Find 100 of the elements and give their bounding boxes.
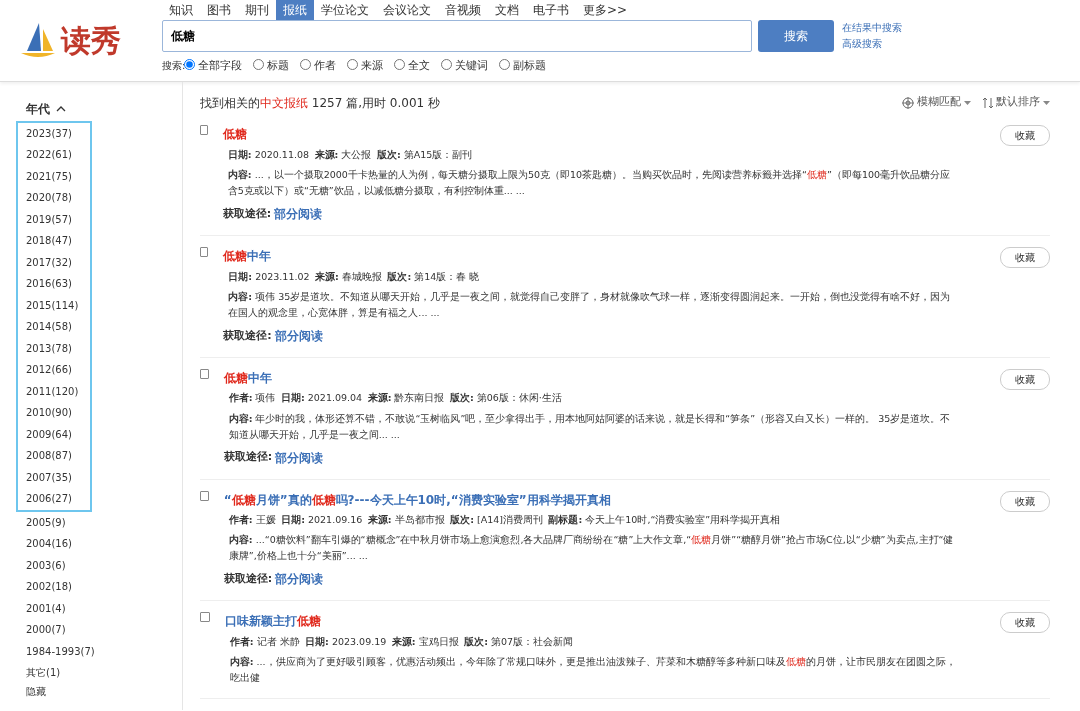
radio-button[interactable] (300, 58, 312, 70)
year-filter-link[interactable]: 2000(7) (26, 619, 182, 641)
meta-field: 作者: 记者 米静 (229, 634, 300, 649)
result-title[interactable]: 低糖中年 (223, 370, 272, 385)
year-filter-link[interactable]: 2007(35) (16, 466, 92, 489)
search-field-option[interactable]: 全文 (394, 57, 431, 74)
meta-field: 日期: 2023.09.19 (305, 634, 387, 649)
year-filter-link[interactable]: 2001(4) (26, 597, 182, 620)
search-field-option[interactable]: 来源 (347, 57, 384, 74)
year-filter-link[interactable]: 2019(57) (16, 208, 92, 231)
search-field-option[interactable]: 副标题 (499, 57, 547, 74)
search-button[interactable]: 搜索 (757, 20, 834, 52)
year-filter-link[interactable]: 2012(66) (16, 359, 92, 381)
collect-button[interactable]: 收藏 (1000, 368, 1050, 390)
year-filter-link[interactable]: 2004(16) (26, 533, 182, 555)
year-filter-link[interactable]: 2013(78) (16, 337, 92, 360)
filter-heading: 年代 (26, 101, 50, 118)
year-filter-link[interactable]: 2006(27) (16, 488, 92, 512)
radio-button[interactable] (347, 58, 359, 70)
radio-button[interactable] (253, 58, 265, 70)
meta-field: 日期: 2020.11.08 (227, 147, 310, 162)
nav-tab[interactable]: 文档 (488, 0, 526, 20)
result-checkbox[interactable] (200, 490, 209, 501)
nav-tab[interactable]: 会议论文 (376, 0, 438, 20)
radio-button[interactable] (499, 58, 511, 70)
meta-field: 版次: 第06版：休闲·生活 (449, 391, 562, 406)
meta-field: 作者: 王媛 (228, 513, 276, 528)
year-filter-link[interactable]: 2017(32) (16, 251, 92, 274)
year-filter-link[interactable]: 2021(75) (16, 165, 92, 188)
result-checkbox[interactable] (200, 368, 209, 379)
result-summary: 找到相关的中文报纸 1257 篇,用时 0.001 秒 (200, 94, 440, 112)
meta-field: 版次: 第A15版：副刊 (376, 147, 473, 162)
year-filter-link[interactable]: 其它(1) (26, 662, 182, 684)
radio-button[interactable] (184, 58, 196, 70)
year-filter-link[interactable]: 2008(87) (16, 445, 92, 467)
meta-field: 来源: 半岛都市报 (367, 513, 445, 528)
search-field-option[interactable]: 标题 (253, 57, 290, 74)
year-filter-link[interactable]: 2010(90) (16, 402, 92, 424)
nav-tab[interactable]: 报纸 (276, 0, 314, 20)
search-field-option[interactable]: 作者 (300, 57, 337, 74)
year-filter-link[interactable]: 2005(9) (26, 511, 182, 534)
hide-link[interactable]: 隐藏 (26, 683, 182, 700)
meta-field: 日期: 2021.09.16 (281, 513, 363, 528)
year-filter-link[interactable]: 2020(78) (16, 187, 92, 209)
logo-text: 读秀 (61, 25, 122, 56)
radio-button[interactable] (394, 58, 406, 70)
nav-tab[interactable]: 音视频 (438, 0, 488, 20)
search-label: 搜索: (162, 59, 186, 74)
year-filter-link[interactable]: 2002(18) (26, 576, 182, 598)
collect-button[interactable]: 收藏 (1000, 490, 1050, 512)
meta-field: 作者: 项伟 (228, 391, 276, 406)
result-title[interactable]: 口味新颖主打低糖 (224, 614, 321, 629)
meta-field: 副标题: 今天上午10时,“消费实验室”用科学揭开真相 (548, 513, 781, 528)
nav-tab[interactable]: 电子书 (526, 0, 576, 20)
meta-field: 日期: 2023.11.02 (228, 269, 310, 284)
partial-read-link[interactable]: 部分阅读 (274, 326, 323, 345)
nav-tab[interactable]: 更多>> (576, 0, 635, 20)
year-filter-link[interactable]: 2022(61) (16, 144, 92, 166)
nav-tab[interactable]: 知识 (162, 0, 200, 20)
search-link[interactable]: 在结果中搜索 (841, 20, 902, 36)
radio-button[interactable] (441, 58, 453, 70)
year-filter-link[interactable]: 2014(58) (16, 316, 92, 338)
search-field-option[interactable]: 全部字段 (184, 57, 243, 74)
year-filter-link[interactable]: 1984-1993(7) (26, 640, 182, 663)
result-title[interactable]: 低糖 (222, 127, 247, 142)
tool-dropdown[interactable]: 模糊匹配 (916, 94, 961, 111)
caret-icon[interactable] (963, 100, 971, 105)
year-filter-link[interactable]: 2018(47) (16, 230, 92, 252)
result-excerpt: 内容: ...，供应商为了更好吸引顾客，优惠活动频出，今年除了常规口味外，更是推出油泼辣子、芹菜和木糖醇等多种新口味及低糖的月饼，让市民朋友在团圆之际，吃出健 (229, 655, 957, 685)
caret-icon[interactable] (1043, 100, 1050, 105)
search-field[interactable]: 低糖 (162, 20, 752, 52)
year-filter-link[interactable]: 2015(114) (16, 294, 92, 317)
year-filter-link[interactable]: 2011(120) (16, 380, 92, 403)
result-checkbox[interactable] (200, 247, 209, 257)
partial-read-link[interactable]: 部分阅读 (274, 205, 322, 223)
access-label: 获取途径: (222, 205, 272, 222)
year-filter-link[interactable]: 2016(63) (16, 273, 92, 295)
meta-field: 日期: 2021.09.04 (280, 391, 363, 406)
chevron-up-icon[interactable] (55, 106, 66, 112)
meta-field: 来源: 大公报 (314, 147, 372, 162)
year-filter-link[interactable]: 2003(6) (26, 554, 182, 577)
search-field-option[interactable]: 关键词 (441, 57, 489, 74)
result-checkbox[interactable] (200, 612, 210, 623)
partial-read-link[interactable]: 部分阅读 (275, 570, 323, 589)
nav-tab[interactable]: 学位论文 (314, 0, 376, 20)
collect-button[interactable]: 收藏 (1000, 247, 1050, 268)
year-filter-link[interactable]: 2023(37) (16, 120, 92, 145)
collect-button[interactable]: 收藏 (1000, 125, 1050, 147)
partial-read-link[interactable]: 部分阅读 (274, 448, 323, 467)
result-title[interactable]: “低糖月饼”真的低糖吗?---今天上午10时,“消费实验室”用科学揭开真相 (223, 492, 611, 507)
year-filter-link[interactable]: 2009(64) (16, 423, 92, 446)
tool-dropdown[interactable]: 默认排序 (996, 94, 1041, 111)
nav-tab[interactable]: 图书 (200, 0, 238, 20)
result-title[interactable]: 低糖中年 (223, 249, 272, 263)
target-icon (902, 96, 914, 109)
result-checkbox[interactable] (200, 125, 208, 136)
meta-field: 版次: 第14版：春 晓 (387, 269, 480, 284)
nav-tab[interactable]: 期刊 (238, 0, 276, 20)
search-link[interactable]: 高级搜索 (841, 36, 902, 52)
collect-button[interactable]: 收藏 (1000, 612, 1050, 634)
